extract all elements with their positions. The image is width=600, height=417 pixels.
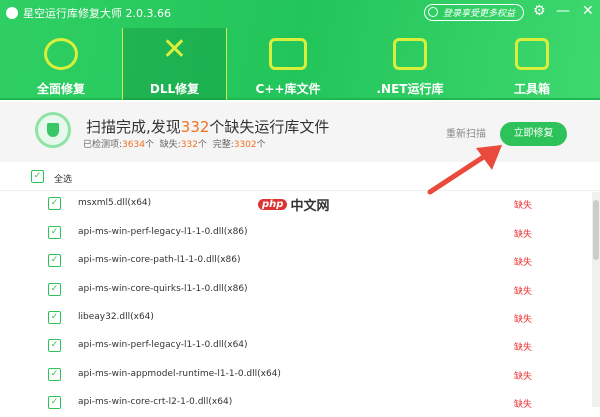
watermark: php 中文网: [258, 195, 329, 214]
scrollbar[interactable]: [592, 192, 600, 407]
rescan-button[interactable]: 重新扫描: [446, 125, 486, 140]
calendar-net-icon: [393, 38, 427, 70]
user-icon: [428, 7, 438, 17]
file-status: 缺失: [514, 287, 533, 297]
header: 星空运行库修复大师 2.0.3.66 登录享受更多权益 ⚙ — ✕ 全面修复 ✕…: [0, 0, 600, 100]
file-row[interactable]: ✓ api-ms-win-core-path-l1-1-0.dll(x86) 缺失: [0, 247, 590, 275]
main-nav: 全面修复 ✕ DLL修复 C++库文件 .NET运行库 工具箱: [0, 28, 593, 100]
tab-cpp-libs[interactable]: C++库文件: [227, 28, 349, 100]
file-name: api-ms-win-appmodel-runtime-l1-1-0.dll(x…: [78, 369, 281, 379]
file-row[interactable]: ✓ api-ms-win-perf-legacy-l1-1-0.dll(x64) 缺…: [0, 332, 590, 360]
file-status: 缺失: [514, 372, 533, 382]
file-status: 缺失: [514, 258, 533, 268]
file-checkbox[interactable]: ✓: [48, 311, 61, 324]
shield-icon: [35, 112, 71, 148]
toolbox-icon: [515, 38, 549, 70]
file-row[interactable]: ✓ api-ms-win-core-quirks-l1-1-0.dll(x86) 缺…: [0, 276, 590, 304]
fix-now-button[interactable]: 立即修复: [500, 122, 567, 146]
tab-toolbox[interactable]: 工具箱: [471, 28, 593, 100]
red-arrow-annotation: [427, 145, 502, 195]
file-name: msxml5.dll(x64): [78, 198, 152, 208]
file-status: 缺失: [514, 343, 533, 353]
file-checkbox[interactable]: ✓: [48, 368, 61, 381]
file-name: api-ms-win-core-quirks-l1-1-0.dll(x86): [78, 284, 248, 294]
login-button[interactable]: 登录享受更多权益: [424, 4, 524, 21]
scan-headline: 扫描完成,发现332个缺失运行库文件: [86, 118, 330, 136]
tab-full-repair[interactable]: 全面修复: [0, 28, 122, 100]
file-status: 缺失: [514, 201, 533, 211]
app-title: 星空运行库修复大师 2.0.3.66: [6, 5, 171, 21]
file-name: api-ms-win-perf-legacy-l1-1-0.dll(x64): [78, 340, 248, 350]
scan-stats: 已检测项:3634个 缺失:332个 完整:3302个: [83, 140, 266, 150]
select-all-row: ✓ 全选: [0, 163, 600, 191]
file-checkbox[interactable]: ✓: [48, 197, 61, 210]
file-checkbox[interactable]: ✓: [48, 226, 61, 239]
close-icon[interactable]: ✕: [582, 3, 594, 19]
file-checkbox[interactable]: ✓: [48, 283, 61, 296]
file-checkbox[interactable]: ✓: [48, 254, 61, 267]
scan-summary: 扫描完成,发现332个缺失运行库文件 已检测项:3634个 缺失:332个 完整…: [0, 102, 600, 162]
select-all-label: 全选: [54, 175, 73, 185]
file-checkbox[interactable]: ✓: [48, 396, 61, 409]
file-name: libeay32.dll(x64): [78, 312, 154, 322]
file-name: api-ms-win-core-crt-l2-1-0.dll(x64): [78, 397, 233, 407]
tab-dll-repair[interactable]: ✕ DLL修复: [122, 28, 227, 100]
file-row[interactable]: ✓ libeay32.dll(x64) 缺失: [0, 304, 590, 332]
file-name: api-ms-win-perf-legacy-l1-1-0.dll(x86): [78, 227, 248, 237]
tab-dotnet[interactable]: .NET运行库: [349, 28, 471, 100]
monitor-code-icon: [269, 38, 307, 70]
scrollbar-thumb[interactable]: [593, 200, 599, 260]
minimize-icon[interactable]: —: [556, 3, 570, 19]
file-status: 缺失: [514, 230, 533, 240]
file-name: api-ms-win-core-path-l1-1-0.dll(x86): [78, 255, 241, 265]
file-checkbox[interactable]: ✓: [48, 339, 61, 352]
tools-icon: ✕: [161, 32, 188, 67]
select-all-checkbox[interactable]: ✓: [31, 170, 44, 183]
app-logo-icon: [6, 7, 18, 19]
file-row[interactable]: ✓ api-ms-win-appmodel-runtime-l1-1-0.dll(…: [0, 361, 590, 389]
file-status: 缺失: [514, 400, 533, 410]
gear-icon[interactable]: ⚙: [533, 3, 546, 19]
cycle-icon: [44, 38, 78, 70]
file-row[interactable]: ✓ api-ms-win-perf-legacy-l1-1-0.dll(x86) 缺…: [0, 219, 590, 247]
file-status: 缺失: [514, 315, 533, 325]
file-row[interactable]: ✓ api-ms-win-core-crt-l2-1-0.dll(x64) 缺失: [0, 389, 590, 417]
